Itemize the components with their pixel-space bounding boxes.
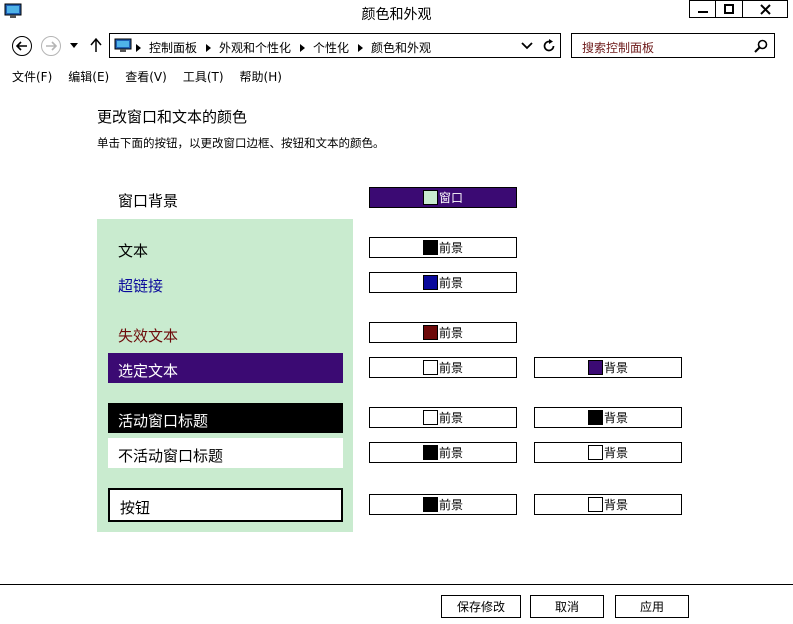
background-label: 背景 bbox=[603, 411, 628, 425]
background-label: 背景 bbox=[603, 446, 628, 460]
disabled-text-foreground-button[interactable]: 前景 bbox=[369, 322, 517, 343]
color-swatch bbox=[422, 325, 438, 340]
button-background-button[interactable]: 背景 bbox=[534, 494, 682, 515]
forward-button[interactable] bbox=[41, 36, 61, 56]
save-button[interactable]: 保存修改 bbox=[441, 595, 521, 618]
foreground-label: 前景 bbox=[438, 446, 463, 460]
inactive-title-foreground-button[interactable]: 前景 bbox=[369, 442, 517, 463]
apply-button[interactable]: 应用 bbox=[615, 595, 689, 618]
breadcrumb: 控制面板 外观和个性化 个性化 颜色和外观 bbox=[136, 39, 431, 56]
search-box[interactable]: 搜索控制面板 bbox=[571, 33, 775, 58]
breadcrumb-separator-icon[interactable] bbox=[358, 43, 364, 52]
window-title: 颜色和外观 bbox=[361, 7, 432, 23]
menu-tools[interactable]: 工具(T) bbox=[183, 66, 224, 86]
color-swatch bbox=[587, 410, 603, 425]
color-swatch bbox=[422, 497, 438, 512]
foreground-label: 前景 bbox=[438, 498, 463, 512]
arrow-left-icon bbox=[16, 41, 27, 51]
close-button[interactable] bbox=[743, 0, 788, 18]
minimize-icon bbox=[697, 11, 708, 13]
active-title-label: 活动窗口标题 bbox=[118, 412, 209, 430]
window-background-swatch bbox=[422, 190, 438, 205]
menu-bar: 文件(F) 编辑(E) 查看(V) 工具(T) 帮助(H) bbox=[0, 66, 793, 86]
foreground-label: 前景 bbox=[438, 326, 463, 340]
breadcrumb-separator-icon[interactable] bbox=[300, 43, 306, 52]
foreground-label: 前景 bbox=[438, 276, 463, 290]
breadcrumb-item-appearance[interactable]: 外观和个性化 bbox=[219, 39, 291, 56]
color-swatch bbox=[422, 445, 438, 460]
close-icon bbox=[759, 3, 771, 15]
disabled-text-label: 失效文本 bbox=[118, 327, 179, 345]
menu-help[interactable]: 帮助(H) bbox=[240, 66, 282, 86]
breadcrumb-item-color-appearance[interactable]: 颜色和外观 bbox=[371, 39, 431, 56]
window-background-button-label: 窗口 bbox=[438, 191, 463, 205]
hyperlink-label: 超链接 bbox=[118, 277, 164, 295]
foreground-label: 前景 bbox=[438, 241, 463, 255]
color-swatch bbox=[422, 360, 438, 375]
window-background-label: 窗口背景 bbox=[118, 192, 179, 210]
chevron-down-icon[interactable] bbox=[521, 41, 533, 51]
footer-divider bbox=[0, 584, 793, 585]
maximize-icon bbox=[724, 4, 734, 14]
foreground-label: 前景 bbox=[438, 361, 463, 375]
refresh-icon[interactable] bbox=[542, 39, 556, 53]
color-swatch bbox=[587, 497, 603, 512]
selected-text-foreground-button[interactable]: 前景 bbox=[369, 357, 517, 378]
back-button[interactable] bbox=[12, 36, 32, 56]
text-label: 文本 bbox=[118, 242, 149, 260]
color-swatch bbox=[422, 240, 438, 255]
search-icon[interactable] bbox=[754, 39, 768, 53]
breadcrumb-item-personalization[interactable]: 个性化 bbox=[313, 39, 349, 56]
selected-text-background-button[interactable]: 背景 bbox=[534, 357, 682, 378]
inactive-title-label: 不活动窗口标题 bbox=[118, 447, 224, 465]
menu-view[interactable]: 查看(V) bbox=[125, 66, 167, 86]
menu-edit[interactable]: 编辑(E) bbox=[68, 66, 109, 86]
background-label: 背景 bbox=[603, 361, 628, 375]
text-foreground-button[interactable]: 前景 bbox=[369, 237, 517, 258]
color-swatch bbox=[587, 445, 603, 460]
button-foreground-button[interactable]: 前景 bbox=[369, 494, 517, 515]
button-label: 按钮 bbox=[120, 499, 151, 517]
cancel-button[interactable]: 取消 bbox=[530, 595, 604, 618]
inactive-title-background-button[interactable]: 背景 bbox=[534, 442, 682, 463]
active-title-background-button[interactable]: 背景 bbox=[534, 407, 682, 428]
breadcrumb-separator-icon[interactable] bbox=[206, 43, 212, 52]
recent-locations-chevron-icon[interactable] bbox=[68, 39, 80, 51]
background-label: 背景 bbox=[603, 498, 628, 512]
page-description: 单击下面的按钮，以更改窗口边框、按钮和文本的颜色。 bbox=[97, 136, 385, 150]
selected-text-label: 选定文本 bbox=[118, 362, 179, 380]
up-arrow-icon[interactable] bbox=[89, 37, 103, 53]
minimize-button[interactable] bbox=[689, 0, 716, 18]
search-input[interactable]: 搜索控制面板 bbox=[582, 39, 654, 56]
control-panel-icon bbox=[114, 38, 132, 52]
color-swatch bbox=[422, 410, 438, 425]
hyperlink-foreground-button[interactable]: 前景 bbox=[369, 272, 517, 293]
color-swatch bbox=[422, 275, 438, 290]
arrow-right-icon bbox=[46, 41, 57, 51]
color-swatch bbox=[587, 360, 603, 375]
navigation-bar: 控制面板 外观和个性化 个性化 颜色和外观 搜索控制面板 bbox=[0, 30, 793, 62]
active-title-foreground-button[interactable]: 前景 bbox=[369, 407, 517, 428]
maximize-button[interactable] bbox=[716, 0, 743, 18]
window-background-color-button[interactable]: 窗口 bbox=[369, 187, 517, 208]
address-bar[interactable]: 控制面板 外观和个性化 个性化 颜色和外观 bbox=[109, 33, 561, 58]
breadcrumb-item-control-panel[interactable]: 控制面板 bbox=[149, 39, 197, 56]
title-bar: 颜色和外观 bbox=[0, 0, 793, 26]
foreground-label: 前景 bbox=[438, 411, 463, 425]
page-title: 更改窗口和文本的颜色 bbox=[97, 108, 248, 126]
breadcrumb-separator-icon[interactable] bbox=[136, 43, 141, 52]
menu-file[interactable]: 文件(F) bbox=[12, 66, 52, 86]
